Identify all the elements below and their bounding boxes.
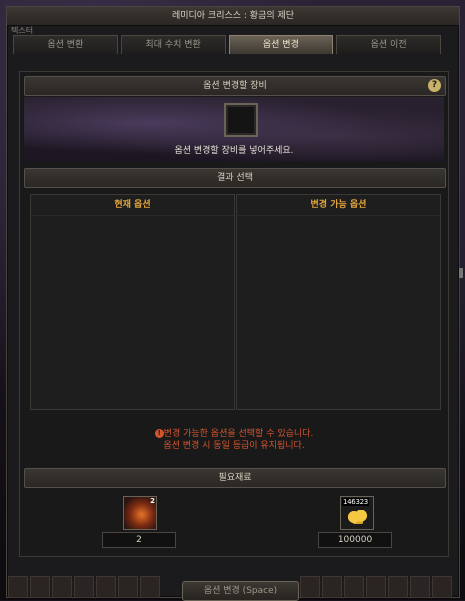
hotbar-slot[interactable]	[74, 576, 94, 598]
current-options-header: 현재 옵션	[31, 195, 234, 216]
hotbar-slot[interactable]	[410, 576, 430, 598]
tab-max-value-convert[interactable]: 최대 수치 변환	[120, 35, 226, 54]
rune-stone-icon[interactable]: 2	[123, 496, 157, 530]
hotbar-slot[interactable]	[8, 576, 28, 598]
hotbar-slot[interactable]	[300, 576, 320, 598]
materials-section-header: 필요재료	[24, 468, 446, 488]
option-change-button[interactable]: 옵션 변경 (Space)	[182, 581, 299, 601]
equipment-slot[interactable]	[224, 103, 258, 137]
changeable-options-header: 변경 가능 옵션	[237, 195, 440, 216]
hotbar-slot[interactable]	[118, 576, 138, 598]
warning-icon: !	[154, 429, 164, 438]
tab-option-change[interactable]: 옵션 변경	[228, 35, 334, 54]
hotbar-slot[interactable]	[140, 576, 160, 598]
notice-text: ! 변경 가능한 옵션을 선택할 수 있습니다. 옵션 변경 시 동일 등급이 유…	[20, 428, 448, 452]
material-2-quantity: 100000	[318, 532, 392, 548]
option-change-window: 레미디아 크리스스 : 황금의 제단 텍스터 옵션 변환 최대 수치 변환 옵션…	[6, 6, 460, 601]
hotbar-right	[300, 576, 452, 598]
hotbar-slot[interactable]	[322, 576, 342, 598]
tab-bar: 옵션 변환 최대 수치 변환 옵션 변경 옵션 이전	[13, 35, 441, 55]
equip-section-header: 옵션 변경할 장비 ?	[24, 76, 446, 96]
equip-instruction: 옵션 변경할 장비를 넣어주세요.	[174, 146, 294, 156]
result-section-header: 결과 선택	[24, 168, 446, 188]
equip-section-title: 옵션 변경할 장비	[203, 81, 267, 91]
equip-drop-area: 옵션 변경할 장비를 넣어주세요.	[24, 97, 444, 162]
tab-option-transfer[interactable]: 옵션 이전	[336, 35, 441, 54]
hotbar-slot[interactable]	[388, 576, 408, 598]
coins-graphic	[347, 510, 367, 524]
window-title[interactable]: 레미디아 크리스스 : 황금의 제단	[7, 7, 459, 26]
tab-option-convert[interactable]: 옵션 변환	[13, 35, 118, 54]
hotbar-slot[interactable]	[52, 576, 72, 598]
hotbar-left	[8, 576, 160, 598]
gold-coins-icon[interactable]: 146323	[340, 496, 374, 530]
changeable-options-box[interactable]: 변경 가능 옵션	[236, 194, 441, 410]
material-count-badge: 2	[150, 497, 155, 505]
gold-amount-badge: 146323	[342, 498, 369, 506]
hotbar-slot[interactable]	[366, 576, 386, 598]
hotbar-slot[interactable]	[432, 576, 452, 598]
hotbar-slot[interactable]	[344, 576, 364, 598]
hotbar-slot[interactable]	[96, 576, 116, 598]
material-1-quantity: 2	[102, 532, 176, 548]
current-options-box: 현재 옵션	[30, 194, 235, 410]
scrollbar-thumb[interactable]	[459, 268, 463, 278]
notice-line-1: 변경 가능한 옵션을 선택할 수 있습니다.	[163, 429, 314, 439]
option-change-panel: 옵션 변경할 장비 ? 옵션 변경할 장비를 넣어주세요. 결과 선택 현재 옵…	[19, 71, 449, 557]
hotbar-slot[interactable]	[30, 576, 50, 598]
help-icon[interactable]: ?	[428, 79, 441, 92]
notice-line-2: 옵션 변경 시 동일 등급이 유지됩니다.	[163, 441, 305, 451]
